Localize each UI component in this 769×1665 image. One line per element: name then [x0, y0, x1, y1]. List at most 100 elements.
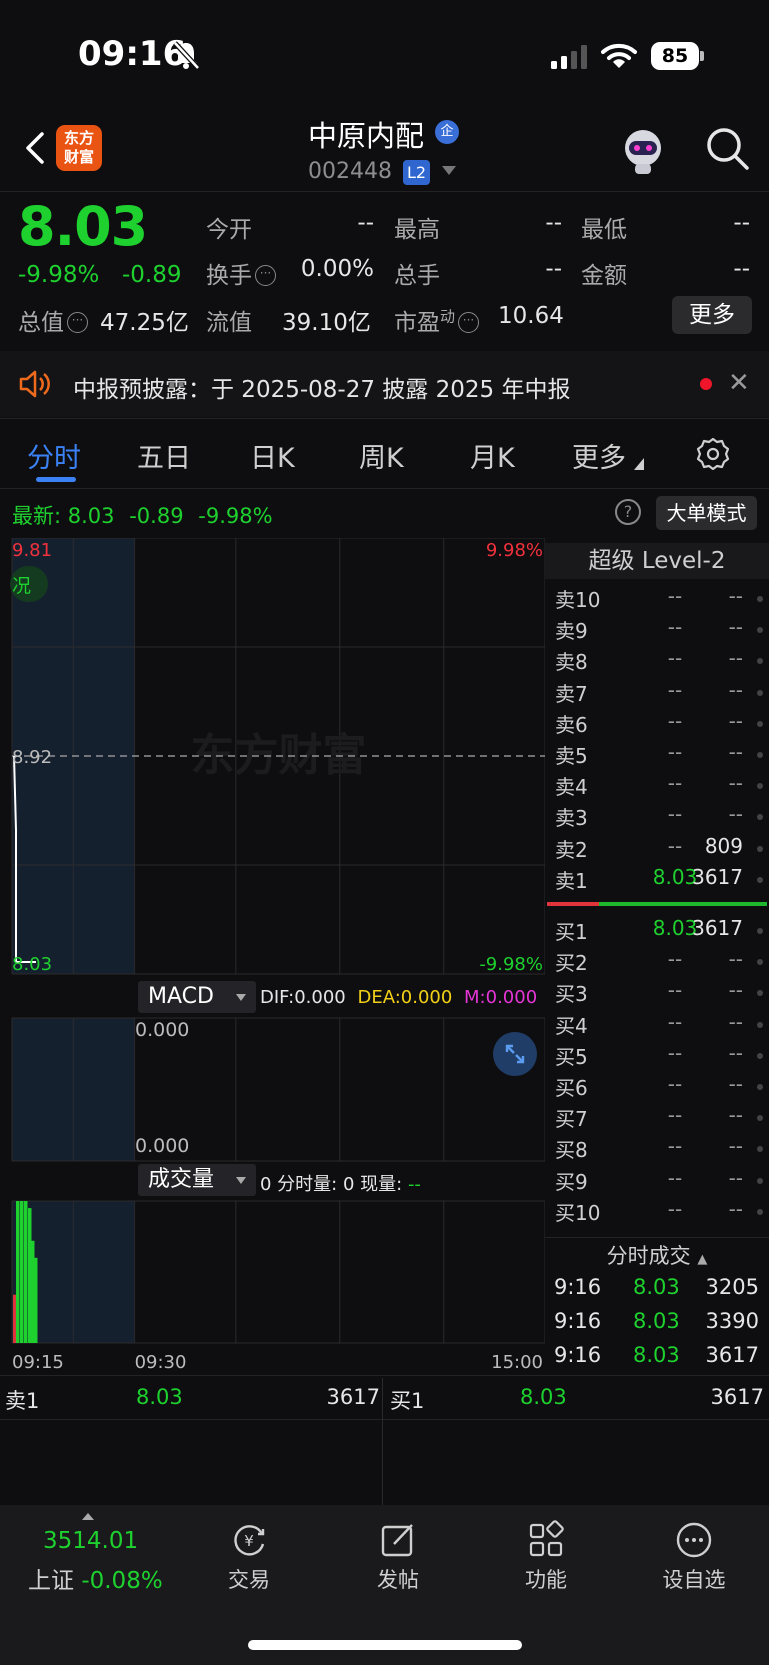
bid-row[interactable]: 买3 -- --	[545, 978, 769, 1009]
nav-functions[interactable]: 功能	[486, 1510, 606, 1594]
chevron-down-icon[interactable]	[236, 994, 246, 1001]
volume-bar	[20, 1201, 24, 1343]
bid-volume: --	[728, 1134, 743, 1159]
ask-price: --	[667, 771, 683, 796]
tab-more[interactable]: 更多	[572, 436, 626, 475]
expand-icon[interactable]	[493, 1032, 537, 1076]
ask-row[interactable]: 卖4 -- --	[545, 771, 769, 802]
header-divider	[0, 191, 769, 192]
bid-row[interactable]: 买9 -- --	[545, 1166, 769, 1197]
notice-text[interactable]: 中报预披露：于 2025-08-27 披露 2025 年中报	[73, 370, 570, 404]
stock-code: 002448	[308, 159, 392, 184]
bid-row[interactable]: 买2 -- --	[545, 947, 769, 978]
l2-badge[interactable]: L2	[403, 160, 430, 185]
tab-five-day[interactable]: 五日	[137, 436, 191, 475]
dot-icon	[757, 596, 763, 602]
strip-buy-volume: 3617	[710, 1385, 764, 1409]
volume-bar	[34, 1257, 38, 1343]
bid-level-label: 买9	[555, 1169, 588, 1194]
close-icon[interactable]: ✕	[728, 368, 750, 398]
ask-row[interactable]: 卖10 -- --	[545, 584, 769, 615]
strip-buy-price: 8.03	[520, 1385, 567, 1409]
svg-text:¥: ¥	[244, 1532, 254, 1550]
edit-icon	[381, 1524, 413, 1557]
ask-volume: --	[728, 740, 743, 764]
bid-row[interactable]: 买10 -- --	[545, 1197, 769, 1228]
ask-row[interactable]: 卖6 -- --	[545, 709, 769, 740]
strip-vertical-divider	[382, 1378, 383, 1505]
bid-ask-ratio-bar	[547, 902, 767, 906]
caret-up-icon[interactable]	[82, 1513, 94, 1520]
ask-row[interactable]: 卖8 -- --	[545, 646, 769, 677]
side-tag-text: 况	[12, 575, 31, 597]
help-icon[interactable]: ?	[615, 499, 641, 525]
nav-trade[interactable]: ¥ 交易	[189, 1510, 309, 1594]
nav-label: 设自选	[662, 1568, 726, 1592]
info-icon[interactable]: ···	[458, 312, 480, 333]
tab-monthly-k[interactable]: 月K	[470, 436, 515, 475]
bid-row[interactable]: 买1 8.03 3617	[545, 916, 769, 947]
info-icon[interactable]: ···	[67, 312, 88, 333]
field-value: 47.25亿	[100, 310, 189, 336]
grid-icon	[529, 1520, 564, 1557]
index-value[interactable]: 3514.01	[43, 1528, 138, 1554]
ask-volume: --	[728, 771, 743, 796]
dot-icon	[757, 959, 763, 966]
ask-price: --	[667, 677, 683, 702]
bid-row[interactable]: 买6 -- --	[545, 1072, 769, 1103]
level2-title[interactable]: 超级 Level-2	[545, 543, 769, 579]
gear-icon[interactable]	[696, 437, 730, 471]
bid-row[interactable]: 买4 -- --	[545, 1010, 769, 1041]
info-icon[interactable]: ···	[255, 265, 276, 286]
search-icon[interactable]	[703, 124, 753, 174]
bid-row[interactable]: 买7 -- --	[545, 1103, 769, 1134]
ask-volume: --	[728, 646, 743, 671]
chevron-down-icon[interactable]	[442, 166, 456, 175]
back-icon[interactable]	[18, 128, 58, 168]
tab-intraday[interactable]: 分时	[27, 436, 81, 475]
bid-row[interactable]: 买8 -- --	[545, 1134, 769, 1165]
ask-level-label: 卖4	[555, 775, 588, 800]
volume-bar	[28, 1208, 32, 1343]
ask-volume: --	[728, 584, 743, 608]
bid-price: --	[667, 1196, 683, 1221]
app-logo[interactable]: 东方 财富	[56, 125, 102, 171]
latest-change: -0.89	[129, 504, 184, 528]
field-value: 39.10亿	[282, 310, 371, 336]
field-value: --	[545, 256, 562, 282]
robot-assistant-icon[interactable]	[618, 126, 668, 176]
nav-add-watchlist[interactable]: 设自选	[634, 1510, 754, 1594]
bid-volume: --	[728, 1103, 743, 1128]
macd-bottom-value: 0.000	[135, 1135, 190, 1157]
tick-volume: 3617	[705, 1343, 759, 1367]
macd-m: M:0.000	[464, 987, 538, 1008]
tab-weekly-k[interactable]: 周K	[359, 436, 404, 475]
index-ticker[interactable]: 上证 -0.08%	[28, 1561, 163, 1595]
ask-row[interactable]: 卖2 -- 809	[545, 834, 769, 865]
bid-row[interactable]: 买5 -- --	[545, 1041, 769, 1072]
bid-volume: 3617	[692, 916, 743, 940]
total-value-label: 总值 ···	[18, 303, 88, 337]
ticks-title[interactable]: 分时成交 ▲	[545, 1240, 769, 1270]
nav-post[interactable]: 发帖	[338, 1510, 458, 1594]
x-axis-label: 09:15	[12, 1352, 64, 1373]
ask-row[interactable]: 卖3 -- --	[545, 802, 769, 833]
ask-row[interactable]: 卖5 -- --	[545, 740, 769, 771]
strip-sell-label: 卖1	[5, 1389, 40, 1413]
strip-sell-price: 8.03	[136, 1385, 183, 1409]
chevron-down-icon[interactable]	[236, 1177, 246, 1184]
x-axis-label: 15:00	[491, 1352, 543, 1373]
ask-row[interactable]: 卖7 -- --	[545, 678, 769, 709]
intraday-chart[interactable]: 东方财富况9.818.928.039.98%-9.98%09:15 09:30 15…	[0, 538, 545, 1378]
big-order-mode-button[interactable]: 大单模式	[656, 496, 757, 530]
dot-icon	[757, 783, 763, 790]
ask-row[interactable]: 卖1 8.03 3617	[545, 865, 769, 896]
home-indicator[interactable]	[248, 1640, 522, 1650]
nav-label: 功能	[525, 1568, 567, 1592]
dot-icon	[757, 720, 763, 727]
tab-daily-k[interactable]: 日K	[250, 436, 295, 475]
ask-level-label: 卖10	[555, 588, 601, 612]
more-button[interactable]: 更多	[672, 296, 752, 334]
ask-row[interactable]: 卖9 -- --	[545, 615, 769, 646]
field-value: 10.64	[498, 303, 564, 329]
